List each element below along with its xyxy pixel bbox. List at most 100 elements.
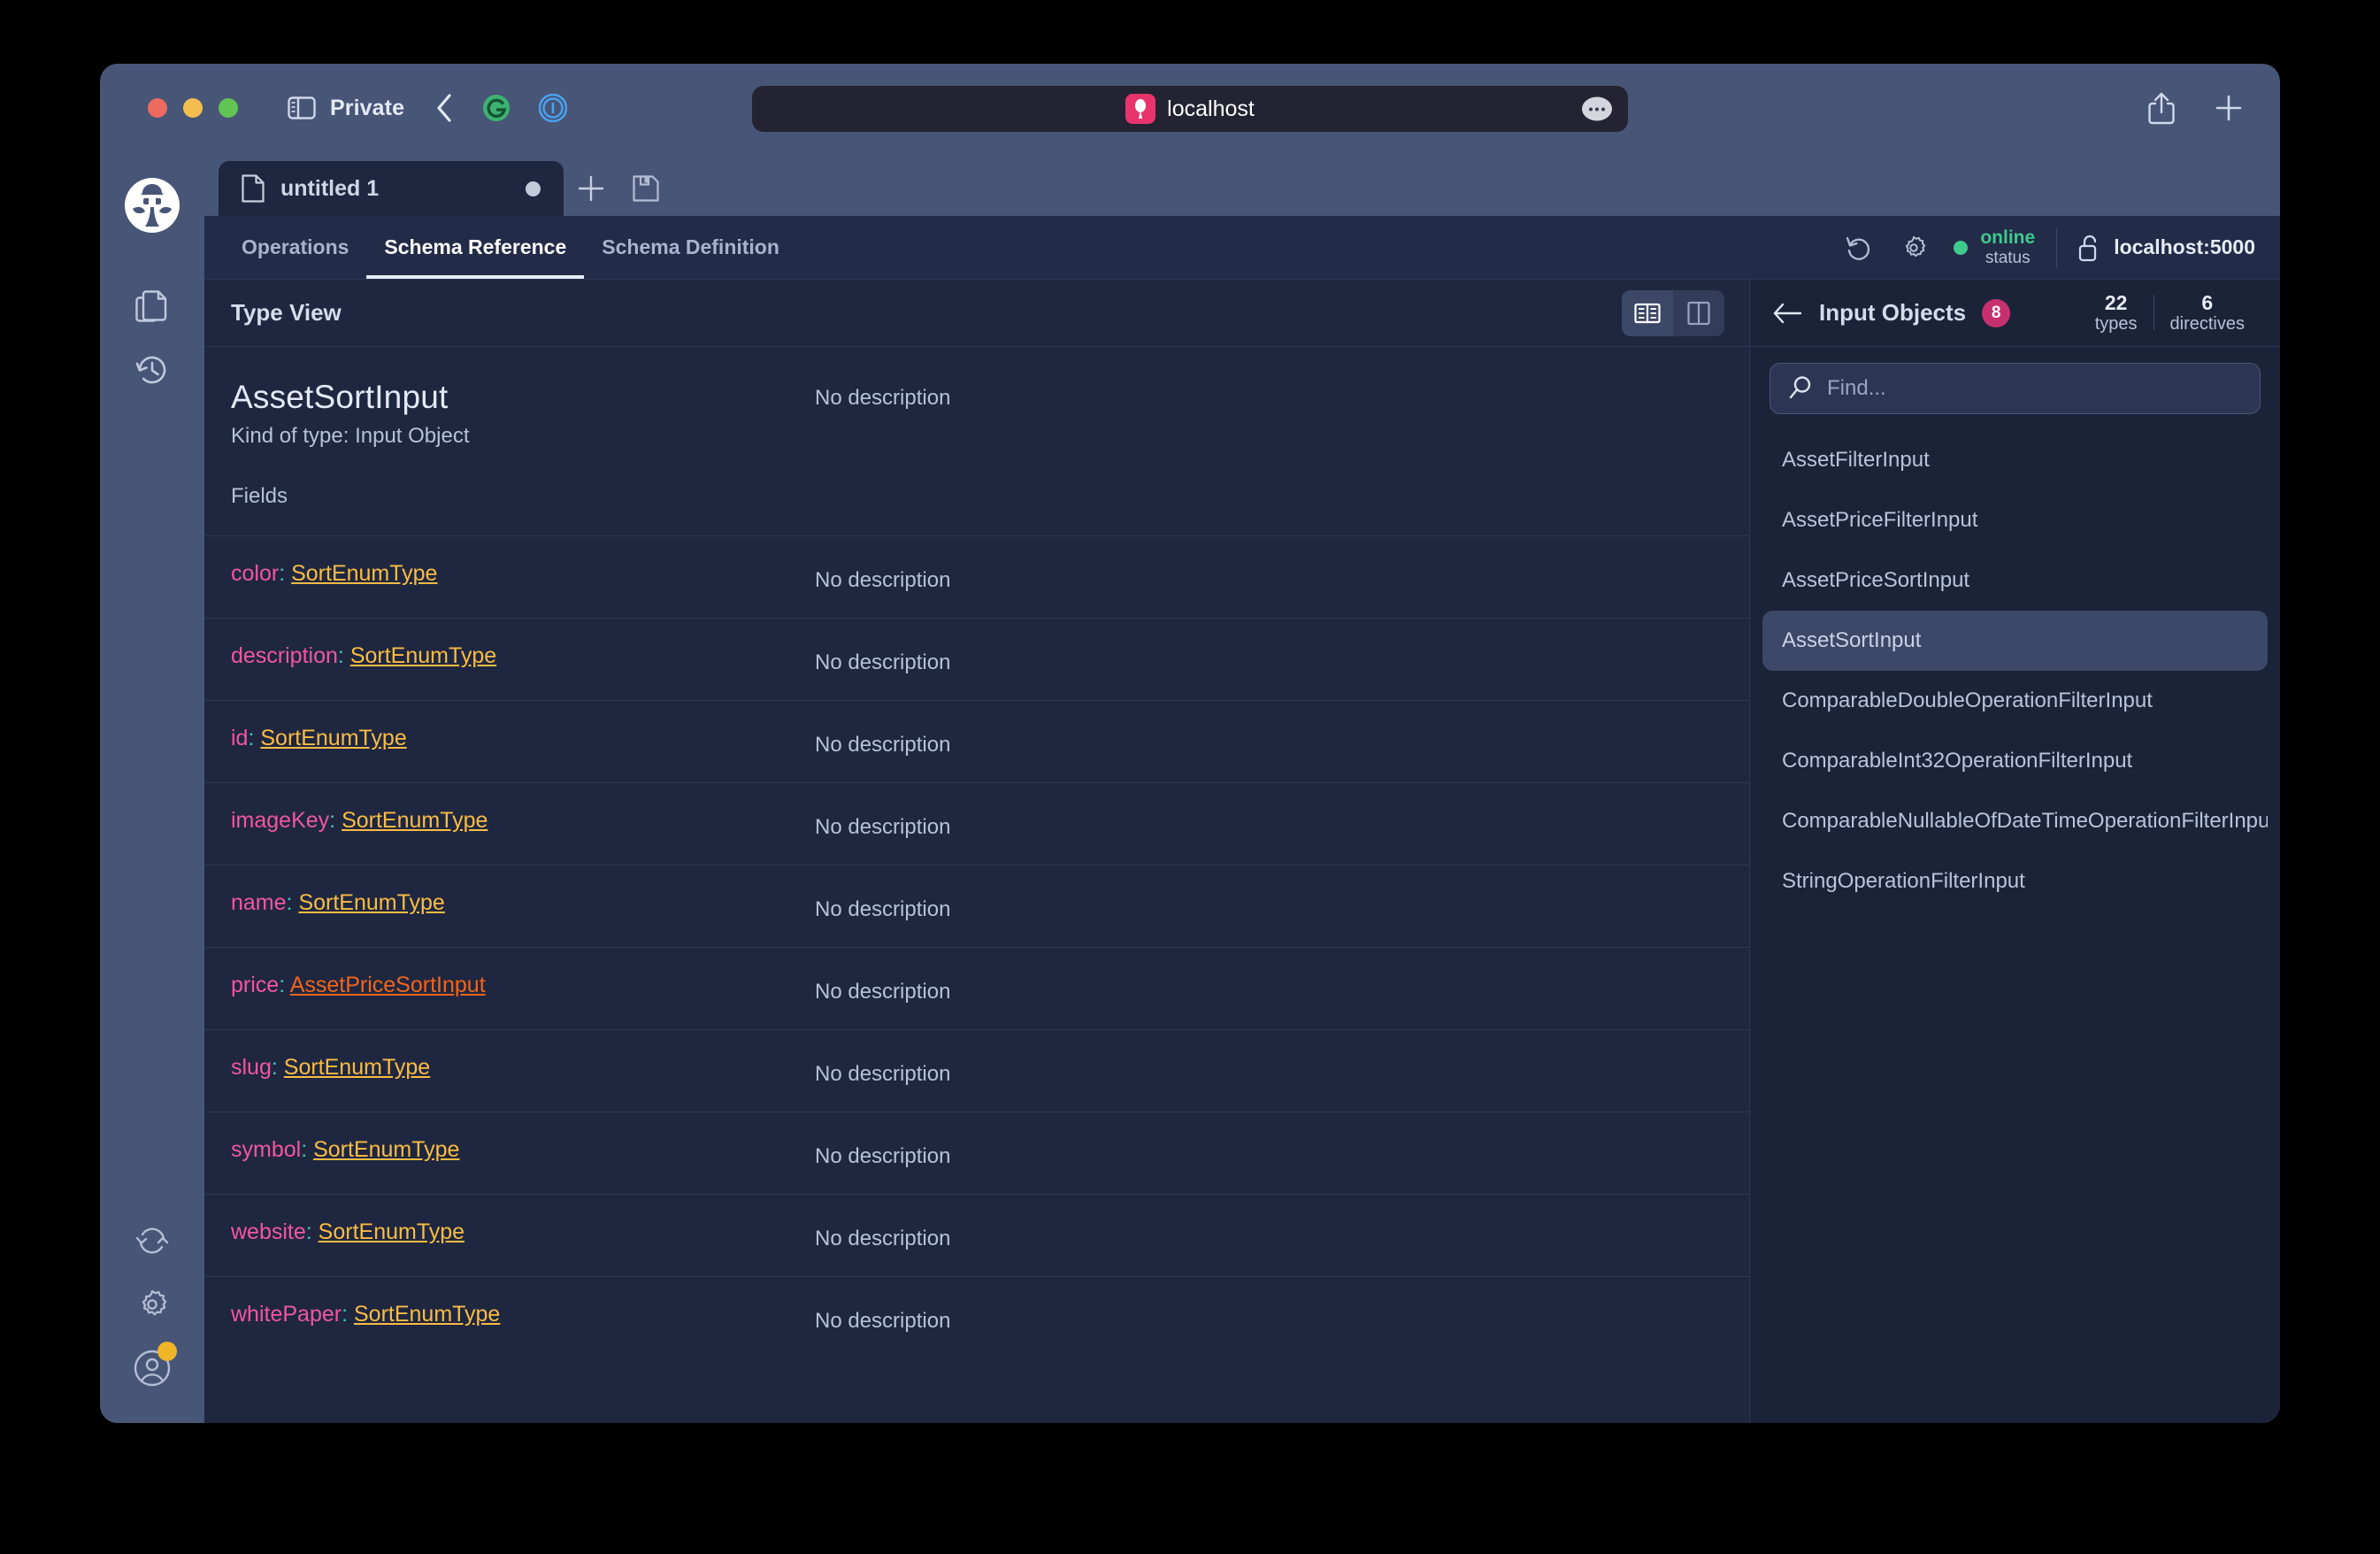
- tab-operations[interactable]: Operations: [224, 216, 366, 279]
- field-type-link[interactable]: SortEnumType: [350, 643, 496, 668]
- type-view-title: Type View: [231, 299, 342, 326]
- private-browsing-label: Private: [330, 95, 405, 120]
- field-description: No description: [815, 980, 951, 1004]
- type-explorer-pane: Input Objects 8 22 types 6 directives Fi…: [1749, 280, 2280, 1423]
- field-name: slug: [231, 1055, 272, 1080]
- sidebar-item-sync[interactable]: [120, 1209, 184, 1273]
- table-row: whitePaper: SortEnumType No description: [204, 1276, 1749, 1358]
- document-tab-title: untitled 1: [280, 175, 380, 201]
- field-signature: color: SortEnumType: [231, 561, 815, 587]
- new-tab-plus-icon[interactable]: [2215, 94, 2243, 122]
- field-description: No description: [815, 897, 951, 921]
- banana-cake-pop-logo[interactable]: [124, 177, 180, 234]
- site-favicon: [1125, 94, 1156, 124]
- history-icon: [134, 352, 170, 388]
- field-colon: :: [337, 643, 350, 668]
- table-row: website: SortEnumType No description: [204, 1194, 1749, 1276]
- content-split: Type View AssetSortInput Kind of type: I…: [204, 280, 2280, 1423]
- field-type-link[interactable]: SortEnumType: [260, 726, 406, 750]
- field-colon: :: [329, 808, 342, 833]
- field-description: No description: [815, 815, 951, 839]
- url-more-icon[interactable]: [1582, 96, 1612, 121]
- stat-directives: 6 directives: [2154, 291, 2261, 334]
- list-item-selected[interactable]: AssetSortInput: [1762, 611, 2268, 671]
- sidebar-item-documents[interactable]: [120, 274, 184, 338]
- back-arrow-icon[interactable]: [1773, 302, 1803, 325]
- status-text-stack: online status: [1980, 227, 2035, 267]
- 1password-extension-icon[interactable]: [539, 94, 568, 122]
- list-item[interactable]: ComparableDoubleOperationFilterInput: [1762, 671, 2268, 731]
- field-description: No description: [815, 1144, 951, 1168]
- status-dot-icon: [1954, 240, 1969, 255]
- close-window-button[interactable]: [148, 98, 167, 118]
- explorer-title: Input Objects: [1819, 299, 1967, 326]
- search-icon: [1788, 375, 1813, 402]
- field-signature: price: AssetPriceSortInput: [231, 973, 815, 998]
- field-signature: symbol: SortEnumType: [231, 1137, 815, 1163]
- list-item[interactable]: StringOperationFilterInput: [1762, 851, 2268, 912]
- refresh-schema-button[interactable]: [1831, 216, 1886, 280]
- field-name: name: [231, 890, 287, 915]
- window-traffic-lights: [148, 98, 238, 118]
- field-colon: :: [248, 726, 261, 750]
- back-chevron-icon[interactable]: [434, 93, 454, 123]
- table-row: id: SortEnumType No description: [204, 700, 1749, 782]
- field-signature: id: SortEnumType: [231, 726, 815, 751]
- table-row: imageKey: SortEnumType No description: [204, 782, 1749, 865]
- sidebar-item-account[interactable]: [120, 1336, 184, 1400]
- field-type-link[interactable]: SortEnumType: [354, 1302, 500, 1327]
- list-item[interactable]: ComparableNullableOfDateTimeOperationFil…: [1762, 791, 2268, 851]
- field-type-link[interactable]: SortEnumType: [313, 1137, 459, 1162]
- field-type-link[interactable]: SortEnumType: [291, 561, 437, 586]
- field-signature: slug: SortEnumType: [231, 1055, 815, 1081]
- sidebar-item-settings[interactable]: [120, 1273, 184, 1336]
- type-description: No description: [815, 386, 951, 410]
- fields-section-label: Fields: [231, 484, 288, 508]
- maximize-window-button[interactable]: [219, 98, 238, 118]
- column-view-icon[interactable]: [1673, 290, 1724, 336]
- list-item[interactable]: ComparableInt32OperationFilterInput: [1762, 731, 2268, 791]
- search-input[interactable]: [1827, 376, 2242, 401]
- book-view-icon[interactable]: [1622, 289, 1673, 336]
- field-signature: name: SortEnumType: [231, 890, 815, 916]
- tab-schema-definition[interactable]: Schema Definition: [584, 216, 797, 279]
- browser-chrome: Private localhost: [100, 64, 2280, 152]
- stat-types-value: 22: [2104, 290, 2128, 314]
- type-view-pane: Type View AssetSortInput Kind of type: I…: [204, 280, 1749, 1423]
- status-label: status: [1985, 248, 2031, 267]
- field-list: color: SortEnumType No description descr…: [204, 535, 1749, 1358]
- url-bar[interactable]: localhost: [752, 86, 1628, 132]
- list-item[interactable]: AssetPriceSortInput: [1762, 550, 2268, 611]
- share-icon[interactable]: [2147, 91, 2176, 125]
- list-item[interactable]: AssetFilterInput: [1762, 430, 2268, 490]
- minimize-window-button[interactable]: [183, 98, 203, 118]
- list-item[interactable]: AssetPriceFilterInput: [1762, 490, 2268, 550]
- field-description: No description: [815, 1062, 951, 1086]
- field-name: id: [231, 726, 249, 750]
- sidebar-item-history[interactable]: [120, 338, 184, 402]
- stat-types: 22 types: [2079, 290, 2154, 334]
- field-type-link[interactable]: SortEnumType: [298, 890, 444, 915]
- new-document-button[interactable]: [564, 161, 618, 216]
- grammarly-extension-icon[interactable]: [482, 94, 511, 122]
- field-description: No description: [815, 1309, 951, 1333]
- tab-schema-reference[interactable]: Schema Reference: [366, 216, 585, 279]
- field-type-link[interactable]: SortEnumType: [319, 1219, 464, 1244]
- search-wrapper: [1750, 347, 2280, 423]
- document-tab[interactable]: untitled 1: [219, 161, 564, 216]
- schema-settings-button[interactable]: [1886, 216, 1941, 280]
- field-type-link[interactable]: SortEnumType: [342, 808, 488, 833]
- type-kind-label: Kind of type: Input Object: [231, 424, 470, 448]
- view-mode-toggle: [1622, 289, 1724, 336]
- explorer-stats: 22 types 6 directives: [2079, 290, 2261, 334]
- save-document-button[interactable]: [618, 161, 673, 216]
- endpoint-display[interactable]: localhost:5000: [2078, 234, 2255, 262]
- sidebar-toggle-icon[interactable]: [288, 96, 316, 119]
- field-type-link[interactable]: SortEnumType: [284, 1055, 430, 1080]
- search-box[interactable]: [1770, 363, 2261, 414]
- field-name: website: [231, 1219, 306, 1244]
- field-description: No description: [815, 650, 951, 674]
- field-type-link[interactable]: AssetPriceSortInput: [290, 973, 486, 997]
- field-name: whitePaper: [231, 1302, 342, 1327]
- schema-navbar: Operations Schema Reference Schema Defin…: [204, 216, 2280, 280]
